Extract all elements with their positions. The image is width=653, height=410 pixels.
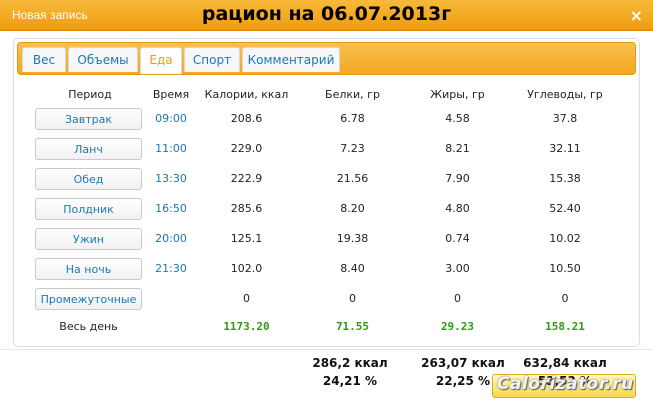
meal-button-breakfast[interactable]: Завтрак <box>35 108 142 130</box>
tab-comment[interactable]: Комментарий <box>242 47 340 72</box>
meal-time <box>145 288 197 310</box>
total-label: Весь день <box>59 320 118 333</box>
meal-calories: 222.9 <box>230 172 263 185</box>
meal-button-night[interactable]: На ночь <box>35 258 142 280</box>
diet-date-title: рацион на 06.07.2013г <box>201 3 452 25</box>
tab-food[interactable]: Еда <box>140 47 182 74</box>
header-carbs: Углеводы, гр <box>527 88 603 101</box>
meal-fat: 4.80 <box>445 202 470 215</box>
total-protein: 71.55 <box>335 320 370 333</box>
meal-button-dinner[interactable]: Обед <box>35 168 142 190</box>
table-row: Обед 13:30 222.9 21.56 7.90 15.38 <box>0 168 653 192</box>
fat-kcal: 263,07 ккал <box>421 356 505 370</box>
meal-carbs: 10.50 <box>549 262 581 275</box>
meal-time: 11:00 <box>155 142 187 155</box>
tab-bar: Вес Объемы Еда Спорт Комментарий <box>17 42 636 75</box>
total-row: Весь день 1173.20 71.55 29.23 158.21 <box>0 316 653 340</box>
meal-carbs: 37.8 <box>552 112 578 125</box>
meal-time: 13:30 <box>155 172 187 185</box>
header-protein: Белки, гр <box>325 88 380 101</box>
tab-measurements[interactable]: Объемы <box>68 47 138 72</box>
table-row: Ужин 20:00 125.1 19.38 0.74 10.02 <box>0 228 653 252</box>
total-calories: 1173.20 <box>223 320 270 333</box>
meal-time: 09:00 <box>155 112 187 125</box>
protein-summary: 286,2 ккал 24,21 % <box>300 354 400 390</box>
meal-carbs: 52.40 <box>549 202 581 215</box>
protein-percent: 24,21 % <box>322 374 378 388</box>
header-time: Время <box>152 88 190 101</box>
table-row: Завтрак 09:00 208.6 6.78 4.58 37.8 <box>0 108 653 132</box>
meal-carbs: 32.11 <box>549 142 581 155</box>
meal-calories: 208.6 <box>230 112 263 125</box>
divider <box>0 349 653 350</box>
meal-calories: 125.1 <box>230 232 263 245</box>
tab-sport[interactable]: Спорт <box>184 47 240 72</box>
meal-carbs: 15.38 <box>549 172 581 185</box>
meal-time: 21:30 <box>155 262 187 275</box>
total-fat: 29.23 <box>440 320 475 333</box>
site-watermark: Calorizator.ru <box>497 374 634 394</box>
meal-protein: 8.40 <box>340 262 365 275</box>
meal-protein: 6.78 <box>340 112 365 125</box>
meal-protein: 7.23 <box>340 142 365 155</box>
carbs-kcal: 632,84 ккал <box>523 356 607 370</box>
table-row: Ланч 11:00 229.0 7.23 8.21 32.11 <box>0 138 653 162</box>
meal-button-lunch[interactable]: Ланч <box>35 138 142 160</box>
header-calories: Калории, ккал <box>204 88 289 101</box>
header-fat: Жиры, гр <box>430 88 485 101</box>
meal-protein: 21.56 <box>336 172 369 185</box>
meal-fat: 4.58 <box>445 112 470 125</box>
table-row: Промежуточные 0 0 0 0 <box>0 288 653 312</box>
protein-kcal: 286,2 ккал <box>312 356 388 370</box>
meal-fat: 3.00 <box>445 262 470 275</box>
meal-button-supper[interactable]: Ужин <box>35 228 142 250</box>
meal-calories: 0 <box>243 292 250 305</box>
meal-calories: 229.0 <box>230 142 263 155</box>
meal-calories: 102.0 <box>230 262 263 275</box>
meal-time: 16:50 <box>155 202 187 215</box>
meal-protein: 8.20 <box>340 202 365 215</box>
meal-fat: 0.74 <box>445 232 470 245</box>
meal-fat: 8.21 <box>445 142 470 155</box>
meal-time: 20:00 <box>155 232 187 245</box>
meal-protein: 19.38 <box>336 232 369 245</box>
total-carbs: 158.21 <box>545 320 585 333</box>
meal-carbs: 0 <box>561 292 569 305</box>
header-period: Период <box>68 88 112 101</box>
meal-fat: 0 <box>454 292 461 305</box>
tab-weight[interactable]: Вес <box>22 47 66 72</box>
meal-button-intermediate[interactable]: Промежуточные <box>35 288 142 310</box>
meal-carbs: 10.02 <box>549 232 581 245</box>
table-row: Полдник 16:50 285.6 8.20 4.80 52.40 <box>0 198 653 222</box>
meal-protein: 0 <box>349 292 356 305</box>
meal-fat: 7.90 <box>445 172 470 185</box>
meal-calories: 285.6 <box>230 202 263 215</box>
meal-button-snack[interactable]: Полдник <box>35 198 142 220</box>
table-row: На ночь 21:30 102.0 8.40 3.00 10.50 <box>0 258 653 282</box>
